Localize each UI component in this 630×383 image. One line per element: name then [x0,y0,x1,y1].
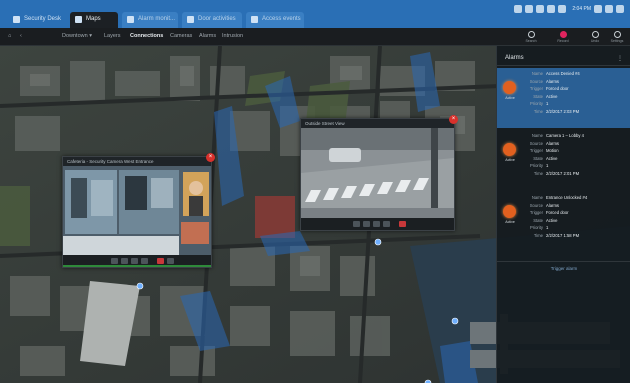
video-controls [63,255,211,267]
record-icon[interactable] [399,221,406,227]
map-icon [75,16,82,23]
settings-icon [613,31,621,38]
alarm-name: Entrance Unlocked #4 [546,195,588,200]
toolbar-item-intrusion[interactable]: Intrusion [222,33,243,39]
record-icon [559,31,567,38]
alarm-name: Camera 1 – Lobby 4 [546,133,584,138]
key-icon [251,16,258,23]
play-icon[interactable] [121,258,128,264]
shield-icon [13,16,20,23]
record-icon[interactable] [157,258,164,264]
video-window-title: Outside Street View [301,119,454,128]
alarm-icon [503,205,516,218]
menu-icon[interactable]: ⋮ [617,55,623,62]
alarm-badge: Active [505,96,515,100]
close-icon[interactable]: × [206,153,215,162]
maximize-icon[interactable] [605,5,613,13]
home-icon[interactable]: ⌂ [8,33,11,39]
alarm-name: Access Denied #4 [546,71,580,76]
play-icon[interactable] [363,221,370,227]
camera-feed-cafeteria [63,166,211,256]
alarm-item[interactable]: Active Name Camera 1 – Lobby 4 Source Alar… [497,130,630,190]
alarms-panel-title: Alarms [505,55,524,61]
alarms-panel: Alarms ⋮ Active Name Access Denied #4 Sou… [496,46,630,383]
alarm-details: Name Access Denied #4 Source Alarms Trigge… [529,71,580,114]
toolbar-item-connections[interactable]: Connections [130,33,163,39]
help-icon[interactable] [536,5,545,13]
rewind-icon[interactable] [111,258,118,264]
alarm-item[interactable]: Active Name Access Denied #4 Source Alarms… [497,68,630,128]
gear-icon[interactable] [558,5,567,13]
alarm-icon [127,16,134,23]
alarm-details: Name Entrance Unlocked #4 Source Alarms Tr… [529,195,588,238]
snapshot-icon[interactable] [141,258,148,264]
alarm-item[interactable]: Active Name Entrance Unlocked #4 Source Al… [497,192,630,252]
audio-icon[interactable] [167,258,174,264]
security-desk-app: Security Desk Maps Alarm monit... Door a… [0,0,630,383]
camera-feed-street [301,128,454,219]
tab-access-events[interactable]: Access events [246,12,304,28]
alarm-icon [503,143,516,156]
video-controls [301,218,454,230]
video-window-street[interactable]: Outside Street View × [300,115,458,231]
search-icon [527,31,535,38]
record-button[interactable]: Record [550,31,576,44]
undo-icon [591,31,599,38]
title-bar-tray: 2:04 PM [514,4,624,14]
tab-security-desk[interactable]: Security Desk [8,12,66,28]
toolbar-item-cameras[interactable]: Cameras [170,33,192,39]
close-icon[interactable] [616,5,624,13]
tab-door-activities[interactable]: Door activities [182,12,242,28]
undo-button[interactable]: Undo [582,31,608,44]
alarm-badge: Active [505,220,515,224]
rewind-icon[interactable] [353,221,360,227]
alarms-panel-header: Alarms ⋮ [497,52,630,66]
map-toolbar: ⌂ ‹ Downtown ▾ Layers Connections Camera… [0,28,630,46]
settings-button[interactable]: Settings [606,31,628,44]
alarm-icon [503,81,516,94]
forward-icon[interactable] [373,221,380,227]
toolbar-map-selector[interactable]: Downtown ▾ [62,33,92,39]
trigger-alarm-link[interactable]: Trigger alarm [497,261,630,275]
timeline-bar[interactable] [63,265,211,267]
video-window-cafeteria[interactable]: Cafeteria - Security Camera West Entranc… [62,153,215,268]
forward-icon[interactable] [131,258,138,264]
alarm-badge: Active [505,158,515,162]
title-bar: Security Desk Maps Alarm monit... Door a… [0,0,630,28]
minimize-icon[interactable] [594,5,602,13]
alarm-details: Name Camera 1 – Lobby 4 Source Alarms Trig… [529,133,584,176]
toolbar-item-alarms[interactable]: Alarms [199,33,216,39]
tab-maps[interactable]: Maps [70,12,118,28]
search-button[interactable]: Search [518,31,544,44]
monitor-icon[interactable] [547,5,556,13]
clock: 2:04 PM [572,6,591,12]
back-icon[interactable]: ‹ [20,33,22,39]
tab-alarm-monitoring[interactable]: Alarm monit... [122,12,178,28]
notification-icon[interactable] [514,5,523,13]
user-icon[interactable] [525,5,534,13]
snapshot-icon[interactable] [383,221,390,227]
close-icon[interactable]: × [449,115,458,124]
toolbar-item-layers[interactable]: Layers [104,33,121,39]
video-window-title: Cafeteria - Security Camera West Entranc… [63,157,211,166]
door-icon [187,16,194,23]
